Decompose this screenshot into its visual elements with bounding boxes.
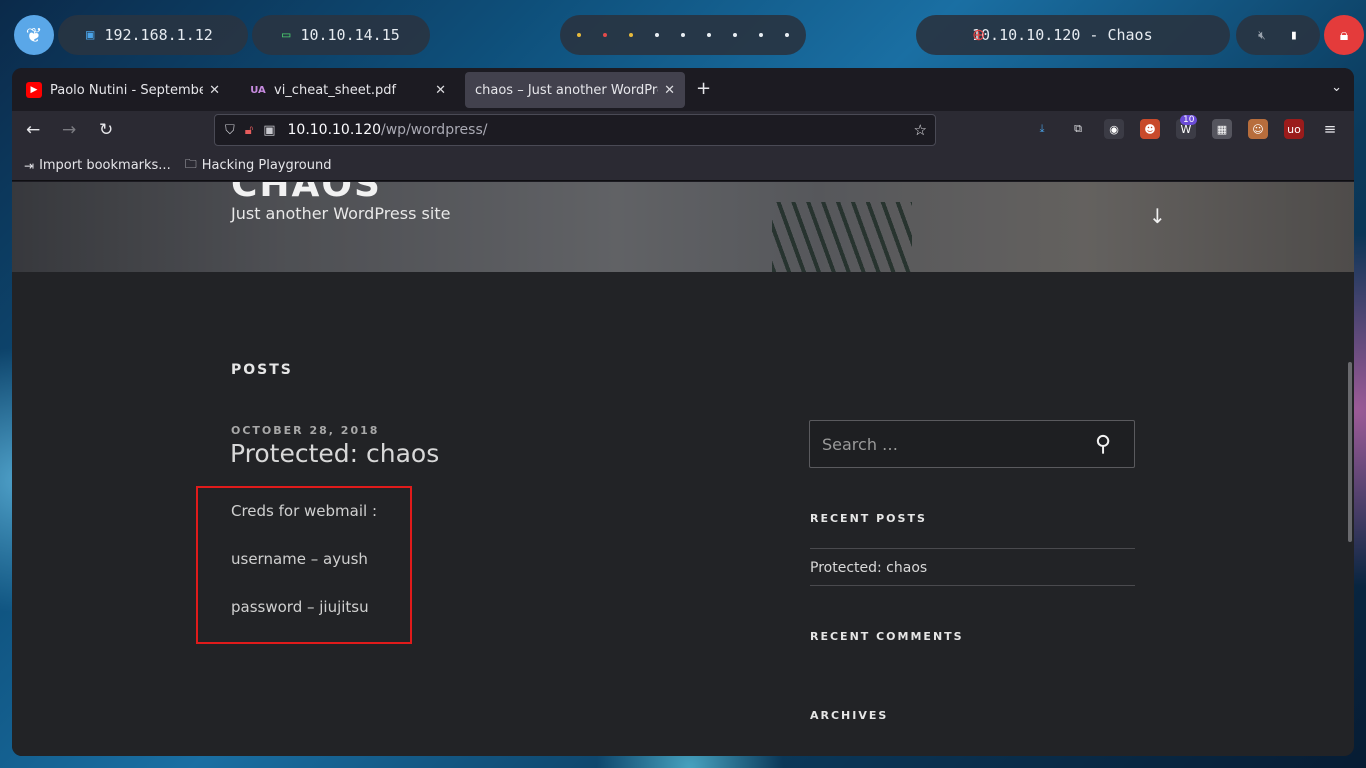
tab-title: chaos – Just another WordPres [475, 82, 659, 98]
mute-icon[interactable]: 🔇︎ [1258, 28, 1266, 43]
workspace-dot[interactable] [603, 33, 607, 37]
bookmarks-toolbar: ⇥ Import bookmarks... 🗀︎ Hacking Playgro… [12, 151, 1354, 181]
workspace-dot[interactable] [629, 33, 633, 37]
scroll-down-arrow-icon[interactable]: ↓ [1149, 204, 1166, 228]
lock-icon: 🔒︎ [1339, 25, 1349, 44]
extension-badge: 10 [1180, 115, 1198, 125]
search-icon: ⚲ [1094, 431, 1112, 457]
bookmark-star-icon[interactable]: ☆ [914, 121, 927, 139]
forward-button[interactable]: → [62, 120, 76, 140]
workspace-dot[interactable] [577, 33, 581, 37]
workspace-dot[interactable] [733, 33, 737, 37]
network-icon: ▣ [86, 27, 95, 43]
search-button[interactable]: ⚲ [1078, 428, 1128, 460]
page-icon: ▣ [263, 122, 276, 138]
workspace-dot[interactable] [707, 33, 711, 37]
import-icon: ⇥ [24, 158, 35, 173]
post-line-password: password – jiujitsu [231, 598, 369, 616]
folder-icon: 🗀︎ [184, 157, 197, 171]
post-line-username: username – ayush [231, 550, 368, 568]
tab-title: Paolo Nutini - September 2 [50, 82, 204, 98]
workspace-dot[interactable] [681, 33, 685, 37]
battery-icon[interactable]: ▮ [1290, 28, 1298, 43]
top-panel: ❦ ▣ 192.168.1.12 ▭ 10.10.14.15 10.10.10.… [0, 0, 1366, 66]
local-ip-widget[interactable]: ▣ 192.168.1.12 [58, 15, 248, 55]
extension-glasses-icon[interactable]: ◉ [1104, 119, 1124, 139]
archives-heading: ARCHIVES [810, 709, 889, 722]
bookmark-label: Hacking Playground [201, 158, 332, 173]
lock-screen-button[interactable]: 🔒︎ [1324, 15, 1364, 55]
search-form: ⚲ [809, 420, 1135, 468]
recent-post-link[interactable]: Protected: chaos [810, 560, 927, 576]
extension-face-icon[interactable]: ☺ [1248, 119, 1268, 139]
extension-cookie-icon[interactable]: ▦ [1212, 119, 1232, 139]
reload-button[interactable]: ↻ [99, 120, 113, 140]
menu-hamburger-icon[interactable]: ≡ [1320, 119, 1340, 139]
extension-wappalyzer-icon[interactable]: W 10 [1176, 115, 1198, 139]
recent-comments-heading: RECENT COMMENTS [810, 630, 964, 643]
downloads-icon[interactable]: ⤓ [1032, 119, 1052, 139]
search-input[interactable] [810, 421, 1080, 467]
tab-youtube[interactable]: ▶ Paolo Nutini - September 2 ✕ [16, 72, 230, 108]
pdf-icon: UA [250, 84, 266, 96]
target-icon: ⊕ [972, 25, 986, 44]
divider [810, 548, 1135, 549]
close-tab-icon[interactable]: ✕ [435, 83, 446, 98]
site-description: Just another WordPress site [231, 204, 451, 223]
recent-posts-heading: RECENT POSTS [810, 512, 927, 525]
tab-bar: ▶ Paolo Nutini - September 2 ✕ UA vi_che… [12, 68, 1354, 111]
post-date[interactable]: OCTOBER 28, 2018 [231, 424, 379, 437]
workspace-dot[interactable] [655, 33, 659, 37]
vpn-ip-label: 10.10.14.15 [300, 26, 400, 44]
url-path: /wp/wordpress/ [381, 122, 488, 138]
posts-heading: POSTS [231, 362, 293, 378]
extensions-icon[interactable]: ⧉ [1068, 119, 1088, 139]
laptop-icon: ▭ [282, 27, 291, 43]
tab-pdf[interactable]: UA vi_cheat_sheet.pdf ✕ [240, 72, 456, 108]
nav-bar: ← → ↻ ⛉ 🔓︎ ▣ 10.10.10.120/wp/wordpress/ … [12, 111, 1354, 151]
workspace-dot[interactable] [759, 33, 763, 37]
divider [810, 585, 1135, 586]
ublock-origin-icon[interactable]: uo [1284, 119, 1304, 139]
page-scrollbar[interactable] [1348, 362, 1352, 542]
plant-image [772, 202, 912, 272]
page-viewport: CHAOS Just another WordPress site ↓ POST… [12, 182, 1354, 756]
close-tab-icon[interactable]: ✕ [209, 83, 220, 98]
target-label: 10.10.10.120 - Chaos [972, 26, 1153, 44]
insecure-lock-icon[interactable]: 🔓︎ [245, 123, 253, 138]
address-bar[interactable]: ⛉ 🔓︎ ▣ 10.10.10.120/wp/wordpress/ ☆ [214, 114, 936, 146]
new-tab-button[interactable]: + [696, 78, 711, 99]
post-title[interactable]: Protected: chaos [230, 439, 439, 468]
target-widget[interactable]: 10.10.10.120 - Chaos [916, 15, 1230, 55]
bookmark-import[interactable]: ⇥ Import bookmarks... [24, 158, 171, 173]
extension-santa-icon[interactable]: ☻ [1140, 119, 1160, 139]
workspace-dot[interactable] [785, 33, 789, 37]
system-tray[interactable]: 🔇︎ ▮ [1236, 15, 1320, 55]
vpn-ip-widget[interactable]: ▭ 10.10.14.15 [252, 15, 430, 55]
url-host: 10.10.10.120 [287, 122, 382, 138]
close-tab-icon[interactable]: ✕ [664, 83, 675, 98]
os-logo-icon[interactable]: ❦ [14, 15, 54, 55]
workspace-switcher[interactable] [560, 15, 806, 55]
browser-window: ▶ Paolo Nutini - September 2 ✕ UA vi_che… [12, 68, 1354, 756]
site-title[interactable]: CHAOS [231, 182, 382, 205]
bookmark-hacking-playground[interactable]: 🗀︎ Hacking Playground [185, 155, 332, 176]
site-header-image: CHAOS Just another WordPress site ↓ [12, 182, 1354, 272]
tab-title: vi_cheat_sheet.pdf [274, 82, 397, 98]
post-line-creds: Creds for webmail : [231, 502, 378, 520]
back-button[interactable]: ← [26, 120, 40, 140]
tab-list-chevron-icon[interactable]: ⌄ [1331, 80, 1342, 95]
shield-icon[interactable]: ⛉ [225, 123, 235, 138]
tab-chaos-active[interactable]: chaos – Just another WordPres ✕ [465, 72, 685, 108]
bookmark-label: Import bookmarks... [39, 158, 171, 173]
youtube-icon: ▶ [26, 82, 42, 98]
local-ip-label: 192.168.1.12 [104, 26, 213, 44]
